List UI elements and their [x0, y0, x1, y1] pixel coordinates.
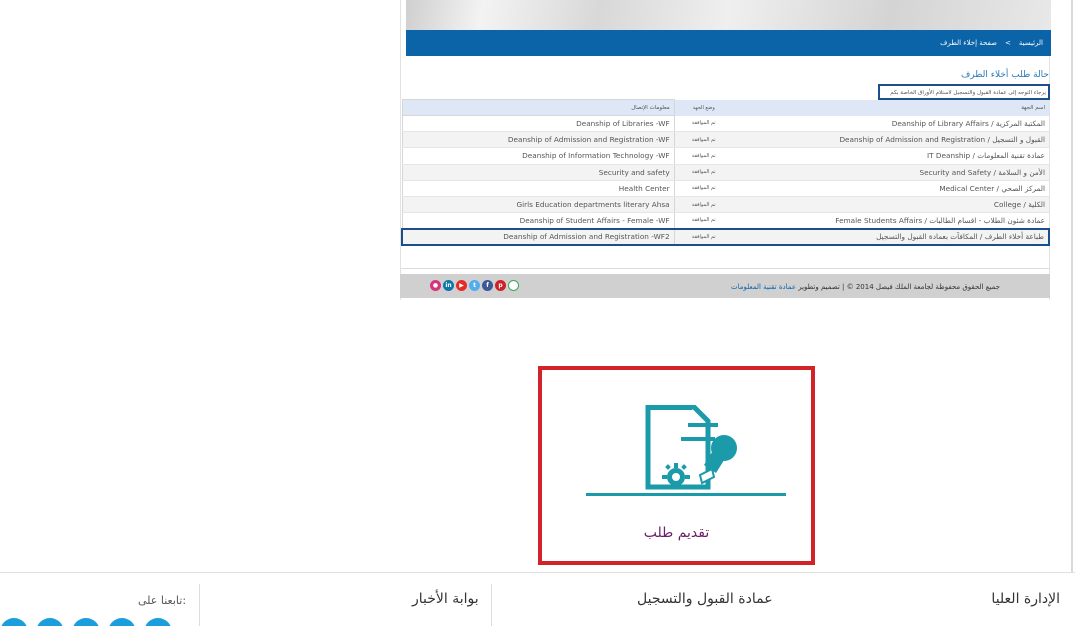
header-contact: معلومات الإتصال [401, 99, 675, 116]
breadcrumb-home[interactable]: الرئيسية [1019, 39, 1043, 47]
footer-divider [491, 584, 492, 626]
row-status: تم الموافقة [674, 180, 733, 197]
youtube-icon[interactable]: ▶ [456, 280, 467, 291]
row-name: Deanship of Library Affairs / المكتبة ال… [732, 115, 1049, 133]
row-contact: Health Center [401, 179, 675, 197]
footer-col-management[interactable]: الإدارة العليا [991, 591, 1060, 607]
table-row: Deanship of Libraries -WF تم الموافقة De… [401, 114, 1049, 133]
header-status: وضع الجهة [674, 99, 733, 116]
row-status: تم الموافقة [674, 196, 733, 214]
social-icons: ● in ▶ t f p [430, 280, 519, 291]
header-name: اسم الجهة [732, 99, 1049, 116]
row-name: Medical Center / المركز الصحي [732, 180, 1049, 197]
row-name: IT Deanship / عمادة تقنية المعلومات [732, 147, 1049, 165]
copyright-label: جميع الحقوق محفوظة لجامعة الملك فيصل 201… [798, 283, 1000, 291]
social-icon[interactable] [72, 618, 100, 626]
twitter-icon[interactable]: t [469, 280, 480, 291]
page-right-border [1071, 0, 1073, 572]
breadcrumb: الرئيسية > صفحة إخلاء الطرف [406, 30, 1051, 56]
clearance-table: معلومات الإتصال وضع الجهة اسم الجهة Dean… [400, 99, 1051, 247]
chat-icon[interactable] [508, 280, 519, 291]
row-contact: Deanship of Admission and Registration -… [400, 227, 675, 247]
row-name: Security and Safety / الأمن و السلامة [732, 164, 1049, 181]
table-row-highlighted: Deanship of Admission and Registration -… [400, 227, 1051, 247]
social-icon[interactable] [144, 618, 172, 626]
it-deanship-link[interactable]: عمادة تقنية المعلومات [731, 283, 796, 291]
social-icon[interactable] [108, 618, 136, 626]
document-stamp-icon [586, 405, 786, 496]
row-name: طباعة أخلاء الطرف / المكافآت بعمادة القب… [732, 227, 1051, 247]
flickr-icon[interactable]: ● [430, 280, 441, 291]
table-row: Security and safety تم الموافقة Security… [401, 163, 1049, 181]
submit-request-card[interactable]: تقديم طلب [538, 366, 815, 565]
breadcrumb-current: صفحة إخلاء الطرف [940, 39, 997, 47]
row-status: تم الموافقة [674, 115, 733, 133]
linkedin-icon[interactable]: in [443, 280, 454, 291]
panel-footer: جميع الحقوق محفوظة لجامعة الملك فيصل 201… [400, 274, 1050, 298]
breadcrumb-separator: > [1005, 39, 1011, 47]
site-footer-divider [0, 572, 1075, 573]
row-status: تم الموافقة [674, 147, 733, 165]
follow-us-label: تابعنا على: [138, 594, 187, 607]
footer-divider [199, 584, 200, 626]
row-name: Deanship of Admission and Registration /… [732, 131, 1049, 149]
social-icon[interactable] [36, 618, 64, 626]
row-name: Female Students Affairs / عمادة شئون الط… [732, 212, 1049, 230]
submit-request-label: تقديم طلب [643, 525, 710, 541]
copyright-text: جميع الحقوق محفوظة لجامعة الملك فيصل 201… [731, 283, 1000, 291]
table-row: Health Center تم الموافقة Medical Center… [401, 179, 1049, 197]
table-row: Girls Education departments literary Ahs… [401, 195, 1049, 214]
row-name: College / الكلية [732, 196, 1049, 214]
row-contact: Girls Education departments literary Ahs… [401, 195, 675, 214]
row-status: تم الموافقة [674, 131, 733, 149]
table-row: Deanship of Information Technology -WF ت… [401, 147, 1049, 165]
header-banner [406, 0, 1051, 30]
divider [401, 268, 1050, 269]
follow-icons [0, 618, 172, 626]
row-contact: Deanship of Student Affairs - Female -WF [401, 212, 675, 230]
row-status: تم الموافقة [674, 212, 733, 230]
table-row: Deanship of Student Affairs - Female -WF… [401, 212, 1049, 230]
footer-col-admission[interactable]: عمادة القبول والتسجيل [637, 591, 773, 607]
row-status: تم الموافقة [674, 227, 733, 247]
row-contact: Security and safety [401, 163, 675, 181]
row-contact: Deanship of Information Technology -WF [401, 147, 675, 165]
request-status-title: حالة طلب أخلاء الطرف [960, 70, 1049, 80]
pinterest-icon[interactable]: p [495, 280, 506, 291]
row-status: تم الموافقة [674, 164, 733, 181]
table-header: معلومات الإتصال وضع الجهة اسم الجهة [401, 99, 1049, 116]
row-contact: Deanship of Libraries -WF [401, 114, 675, 133]
social-icon[interactable] [0, 618, 28, 626]
table-row: Deanship of Admission and Registration -… [401, 131, 1049, 149]
footer-col-news[interactable]: بوابة الأخبار [412, 591, 479, 607]
row-contact: Deanship of Admission and Registration -… [401, 131, 675, 149]
facebook-icon[interactable]: f [482, 280, 493, 291]
collect-documents-notice: يرجاء التوجه إلى عمادة القبول والتسجيل ل… [878, 84, 1050, 100]
